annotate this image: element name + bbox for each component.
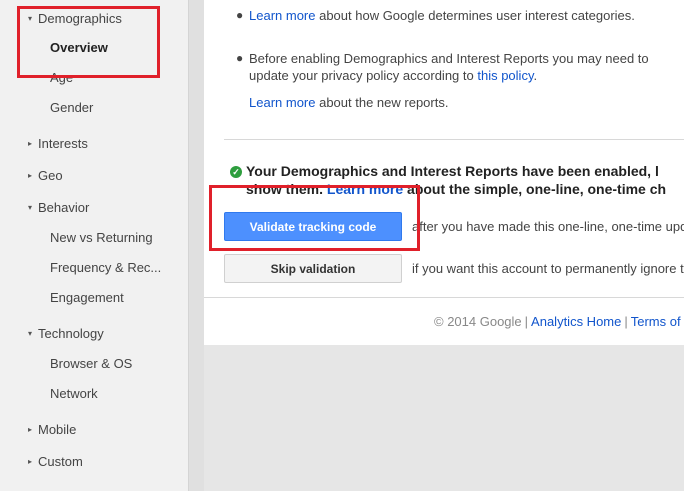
check-circle-icon: ✓ — [230, 166, 242, 178]
sidebar-item-label: Custom — [38, 454, 83, 469]
learn-more-interest-link[interactable]: Learn more — [249, 8, 315, 23]
this-policy-link[interactable]: this policy — [477, 68, 533, 83]
skip-validation-button[interactable]: Skip validation — [224, 254, 402, 283]
sidebar-item-geo[interactable]: ▸ Geo — [0, 165, 186, 187]
sidebar-item-gender[interactable]: Gender — [50, 97, 186, 119]
analytics-home-link[interactable]: Analytics Home — [531, 314, 621, 329]
footer: © 2014 Google | Analytics Home | Terms of — [434, 314, 681, 329]
sidebar-item-label: Technology — [38, 326, 104, 341]
sidebar-item-demographics[interactable]: ▾ Demographics — [0, 8, 186, 30]
sidebar-item-behavior[interactable]: ▾ Behavior — [0, 197, 186, 219]
chevron-right-icon: ▸ — [28, 139, 33, 148]
sidebar-item-custom[interactable]: ▸ Custom — [0, 451, 186, 473]
sidebar-item-new-vs-returning[interactable]: New vs Returning — [50, 227, 186, 249]
interest-info-text: Learn more about how Google determines u… — [249, 8, 635, 23]
sidebar-item-label: Mobile — [38, 422, 77, 437]
validate-tracking-code-button[interactable]: Validate tracking code — [224, 212, 402, 241]
skip-note: if you want this account to permanently … — [412, 261, 684, 276]
chevron-down-icon: ▾ — [28, 329, 33, 338]
enabled-status-text-2: show them. Learn more about the simple, … — [246, 181, 667, 197]
sidebar-item-age[interactable]: Age — [50, 67, 186, 89]
sidebar-item-label: Interests — [38, 136, 88, 151]
sidebar-scrollbar[interactable] — [188, 0, 204, 491]
privacy-policy-text: Before enabling Demographics and Interes… — [249, 51, 649, 83]
sidebar-item-label: Behavior — [38, 200, 90, 215]
sidebar-item-overview[interactable]: Overview — [50, 37, 186, 59]
sidebar-item-interests[interactable]: ▸ Interests — [0, 133, 186, 155]
chevron-down-icon: ▾ — [28, 14, 33, 23]
sidebar: ▾ Demographics Overview Age Gender ▸ Int… — [0, 0, 188, 491]
sidebar-item-network[interactable]: Network — [50, 383, 186, 405]
divider — [204, 297, 684, 298]
learn-more-reports-link[interactable]: Learn more — [249, 95, 315, 110]
validate-note: after you have made this one-line, one-t… — [412, 219, 684, 234]
page-background — [204, 345, 684, 491]
sidebar-item-engagement[interactable]: Engagement — [50, 287, 186, 309]
sidebar-item-label: Geo — [38, 168, 63, 183]
sidebar-item-technology[interactable]: ▾ Technology — [0, 323, 186, 345]
chevron-right-icon: ▸ — [28, 171, 33, 180]
sidebar-item-label: Demographics — [38, 11, 122, 26]
divider — [224, 139, 684, 140]
chevron-right-icon: ▸ — [28, 457, 33, 466]
copyright-text: © 2014 Google — [434, 314, 522, 329]
sidebar-item-frequency-recency[interactable]: Frequency & Rec... — [50, 257, 186, 279]
learn-more-tracking-link[interactable]: Learn more — [327, 181, 403, 197]
sidebar-item-browser-os[interactable]: Browser & OS — [50, 353, 186, 375]
chevron-down-icon: ▾ — [28, 203, 33, 212]
new-reports-text: Learn more about the new reports. — [249, 95, 449, 110]
chevron-right-icon: ▸ — [28, 425, 33, 434]
enabled-status-text: ✓ Your Demographics and Interest Reports … — [230, 162, 684, 180]
sidebar-item-mobile[interactable]: ▸ Mobile — [0, 419, 186, 441]
terms-link[interactable]: Terms of — [631, 314, 681, 329]
